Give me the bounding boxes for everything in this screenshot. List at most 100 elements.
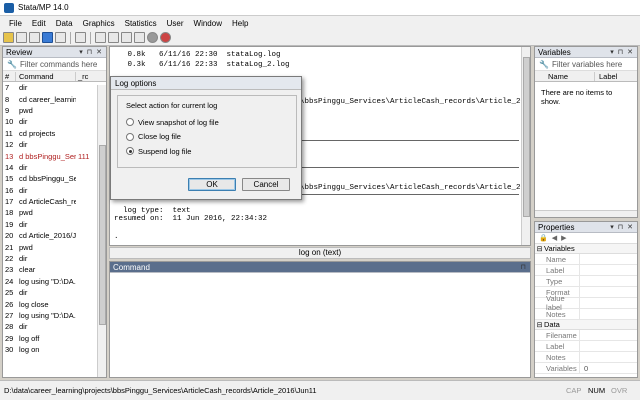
review-scrollbar[interactable] bbox=[97, 85, 106, 377]
results-scrollbar[interactable] bbox=[521, 47, 530, 245]
menu-edit[interactable]: Edit bbox=[27, 19, 51, 28]
forward-icon[interactable]: ▶ bbox=[561, 234, 566, 242]
variables-filter-input[interactable]: Filter variables here bbox=[552, 60, 622, 69]
review-row[interactable]: 26 log close bbox=[3, 298, 106, 309]
print-icon[interactable] bbox=[29, 32, 40, 43]
cancel-button[interactable]: Cancel bbox=[242, 178, 290, 191]
property-row[interactable]: Notes bbox=[535, 352, 637, 363]
property-row[interactable]: Label bbox=[535, 265, 637, 276]
menu-window[interactable]: Window bbox=[189, 19, 227, 28]
property-row[interactable]: Notes bbox=[535, 309, 637, 320]
menu-file[interactable]: File bbox=[4, 19, 27, 28]
review-row[interactable]: 30 log on bbox=[3, 344, 106, 355]
viewer-icon[interactable] bbox=[55, 32, 66, 43]
review-row[interactable]: 20 cd Article_2016/Ju... bbox=[3, 230, 106, 241]
review-row[interactable]: 10 dir bbox=[3, 116, 106, 127]
menu-data[interactable]: Data bbox=[51, 19, 78, 28]
radio-button-icon[interactable] bbox=[126, 132, 134, 141]
variables-columns: Name Label bbox=[535, 71, 637, 82]
log-option-radio[interactable]: View snapshot of log file bbox=[126, 115, 288, 130]
review-row[interactable]: 14 dir bbox=[3, 162, 106, 173]
log-option-radio[interactable]: Suspend log file bbox=[126, 144, 288, 159]
review-row[interactable]: 19 dir bbox=[3, 219, 106, 230]
review-row[interactable]: 21 pwd bbox=[3, 241, 106, 252]
col-num[interactable]: # bbox=[3, 71, 16, 81]
review-row[interactable]: 18 pwd bbox=[3, 207, 106, 218]
review-row[interactable]: 28 dir bbox=[3, 321, 106, 332]
break-icon[interactable] bbox=[160, 32, 171, 43]
property-row[interactable]: Variables 0 bbox=[535, 363, 637, 374]
menu-user[interactable]: User bbox=[162, 19, 189, 28]
col-label[interactable]: Label bbox=[595, 72, 617, 81]
review-row[interactable]: 15 cd bbsPinggu_Se... bbox=[3, 173, 106, 184]
property-row[interactable]: Filename bbox=[535, 330, 637, 341]
row-number: 30 bbox=[5, 345, 14, 355]
radio-button-icon[interactable] bbox=[126, 118, 134, 127]
review-filter-input[interactable]: Filter commands here bbox=[20, 60, 97, 69]
back-icon[interactable]: ◀ bbox=[552, 234, 557, 242]
scroll-thumb[interactable] bbox=[99, 145, 106, 325]
row-command: dir bbox=[19, 162, 28, 172]
variables-hscrollbar[interactable] bbox=[535, 210, 637, 217]
properties-variables-section[interactable]: ⊟ Variables bbox=[535, 244, 637, 254]
menu-statistics[interactable]: Statistics bbox=[120, 19, 162, 28]
property-row[interactable]: Label bbox=[535, 341, 637, 352]
variables-manager-icon[interactable] bbox=[134, 32, 145, 43]
property-row[interactable]: Name bbox=[535, 254, 637, 265]
review-filter[interactable]: 🔧 Filter commands here bbox=[3, 58, 106, 71]
col-name[interactable]: Name bbox=[535, 71, 595, 81]
data-browser-icon[interactable] bbox=[121, 32, 132, 43]
toolbar-separator bbox=[70, 31, 71, 44]
pane-controls-icon[interactable]: ▾ ⊓ ✕ bbox=[610, 223, 634, 231]
variables-filter[interactable]: 🔧 Filter variables here bbox=[535, 58, 637, 71]
review-row[interactable]: 12 dir bbox=[3, 139, 106, 150]
col-command[interactable]: Command bbox=[16, 71, 76, 81]
do-file-editor-icon[interactable] bbox=[95, 32, 106, 43]
review-row[interactable]: 17 cd ArticleCash_re... bbox=[3, 196, 106, 207]
menu-graphics[interactable]: Graphics bbox=[78, 19, 120, 28]
review-row[interactable]: 7 dir bbox=[3, 82, 106, 93]
more-icon[interactable] bbox=[147, 32, 158, 43]
review-row[interactable]: 8 cd career_learning bbox=[3, 93, 106, 104]
property-row[interactable]: Type bbox=[535, 276, 637, 287]
property-key: Name bbox=[535, 254, 580, 264]
review-row[interactable]: 25 dir bbox=[3, 287, 106, 298]
review-row[interactable]: 27 log using "D:\DA... bbox=[3, 310, 106, 321]
property-row[interactable]: Value label bbox=[535, 294, 637, 312]
review-row[interactable]: 9 pwd bbox=[3, 105, 106, 116]
review-row[interactable]: 29 log off bbox=[3, 333, 106, 344]
review-row[interactable]: 16 dir bbox=[3, 185, 106, 196]
pane-controls-icon[interactable]: ▾ ⊓ ✕ bbox=[610, 48, 634, 56]
review-row[interactable]: 11 cd projects bbox=[3, 128, 106, 139]
row-command: log using "D:\DA... bbox=[19, 311, 76, 320]
title-bar: Stata/MP 14.0 bbox=[0, 0, 640, 16]
save-icon[interactable] bbox=[16, 32, 27, 43]
collapse-icon[interactable]: ⊟ bbox=[535, 245, 544, 253]
log-icon[interactable] bbox=[42, 32, 53, 43]
radio-button-icon[interactable] bbox=[126, 147, 134, 156]
review-row[interactable]: 22 dir bbox=[3, 253, 106, 264]
open-icon[interactable] bbox=[3, 32, 14, 43]
collapse-icon[interactable]: ⊟ bbox=[535, 321, 544, 329]
properties-data-section[interactable]: ⊟ Data bbox=[535, 320, 637, 330]
pin-icon[interactable]: ⊓ bbox=[521, 263, 527, 271]
pane-controls-icon[interactable]: ▾ ⊓ ✕ bbox=[79, 48, 103, 56]
review-row[interactable]: 13 d bbsPinggu_Ser...111 bbox=[3, 150, 106, 161]
log-option-radio[interactable]: Close log file bbox=[126, 130, 288, 145]
col-rc[interactable]: _rc bbox=[76, 72, 92, 81]
review-row[interactable]: 24 log using "D:\DA... bbox=[3, 276, 106, 287]
radio-list: View snapshot of log file Close log file S… bbox=[126, 115, 288, 159]
command-pane[interactable]: Command ⊓ bbox=[109, 261, 531, 378]
property-key: Value label bbox=[535, 294, 580, 312]
menu-help[interactable]: Help bbox=[227, 19, 253, 28]
command-header: Command ⊓ bbox=[110, 262, 530, 273]
section-label: Variables bbox=[544, 244, 575, 253]
property-value: 0 bbox=[584, 363, 589, 373]
scroll-thumb[interactable] bbox=[523, 57, 530, 217]
graph-icon[interactable] bbox=[75, 32, 86, 43]
lock-icon[interactable]: 🔒 bbox=[539, 234, 548, 242]
ok-button[interactable]: OK bbox=[188, 178, 236, 191]
data-editor-icon[interactable] bbox=[108, 32, 119, 43]
variables-title: Variables bbox=[538, 47, 571, 57]
review-row[interactable]: 23 clear bbox=[3, 264, 106, 275]
